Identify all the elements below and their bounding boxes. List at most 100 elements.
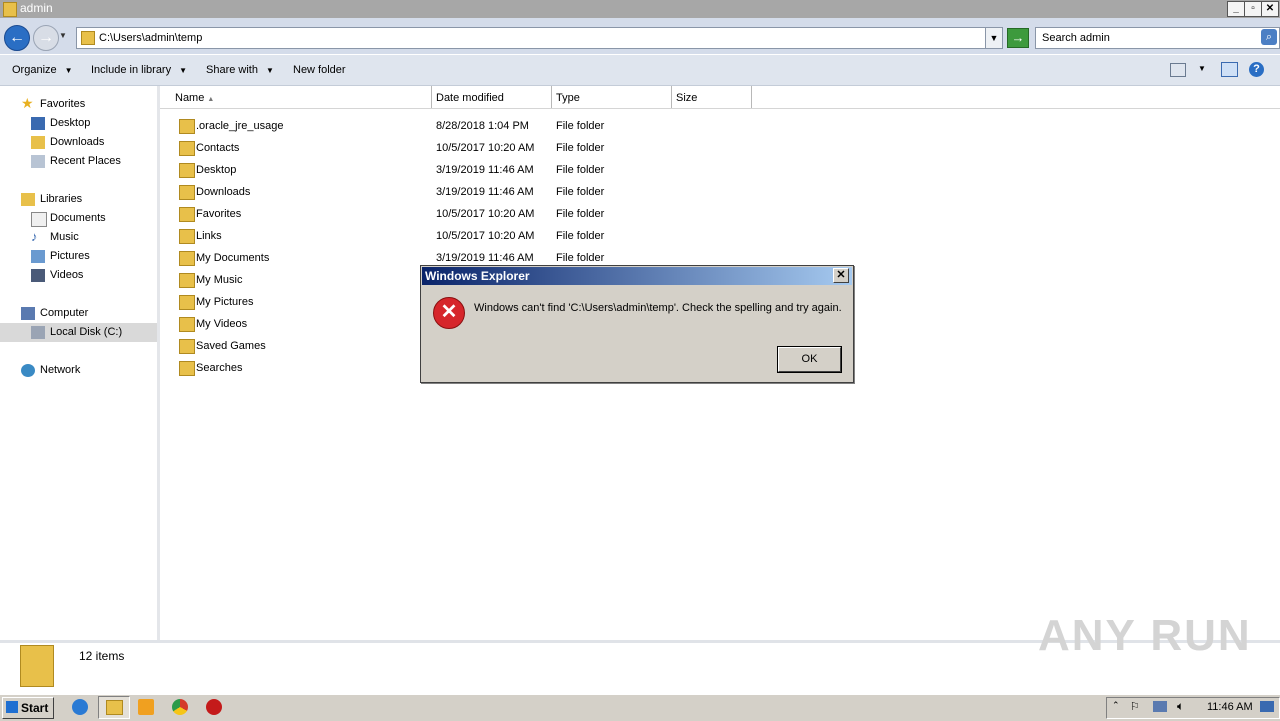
column-header-type[interactable]: Type (556, 92, 580, 104)
chrome-icon[interactable] (172, 699, 188, 715)
sidebar-label: Videos (50, 269, 84, 281)
column-divider[interactable] (671, 86, 672, 108)
column-divider[interactable] (551, 86, 552, 108)
ok-button[interactable]: OK (777, 346, 842, 373)
recent-pages-dropdown[interactable]: ▼ (59, 31, 69, 43)
folder-icon (179, 317, 195, 332)
file-row[interactable]: Desktop 3/19/2019 11:46 AM File folder (160, 159, 800, 181)
address-text: C:\Users\admin\temp (99, 32, 203, 44)
windows-logo-icon (6, 701, 18, 713)
close-button[interactable]: ✕ (1261, 1, 1279, 17)
sort-ascending-icon: ▲ (207, 96, 215, 103)
drive-icon (31, 326, 45, 339)
sidebar-label: Recent Places (50, 155, 121, 167)
watermark: ANY RUN (1038, 611, 1252, 660)
file-type: File folder (556, 142, 605, 154)
media-player-icon[interactable] (138, 699, 154, 715)
file-type: File folder (556, 164, 605, 176)
forward-button[interactable]: → (33, 25, 59, 51)
libraries-icon (21, 193, 35, 206)
antivirus-icon[interactable] (206, 699, 222, 715)
file-date: 10/5/2017 10:20 AM (436, 208, 535, 220)
file-name: My Music (196, 274, 243, 286)
sidebar-label: Downloads (50, 136, 105, 148)
dialog-title-bar[interactable]: Windows Explorer (422, 267, 852, 285)
folder-icon (179, 141, 195, 156)
column-header-date-modified[interactable]: Date modified (436, 92, 504, 104)
sidebar-label: Desktop (50, 117, 91, 129)
show-desktop-icon[interactable] (1260, 701, 1274, 712)
file-name: .oracle_jre_usage (196, 120, 284, 132)
back-button[interactable]: ← (4, 25, 30, 51)
view-dropdown-icon[interactable]: ▼ (1198, 64, 1206, 73)
column-divider[interactable] (431, 86, 432, 108)
file-row[interactable]: Links 10/5/2017 10:20 AM File folder (160, 225, 800, 247)
folder-icon (179, 251, 195, 266)
folder-icon (179, 339, 195, 354)
file-name: My Videos (196, 318, 248, 330)
flag-icon[interactable]: ⚐ (1130, 700, 1140, 713)
help-icon[interactable]: ? (1249, 62, 1264, 77)
column-divider[interactable] (751, 86, 752, 108)
file-row[interactable]: Favorites 10/5/2017 10:20 AM File folder (160, 203, 800, 225)
share-with-button[interactable]: Share with ▼ (206, 64, 274, 76)
preview-pane-icon[interactable] (1221, 62, 1238, 77)
file-name: My Documents (196, 252, 270, 264)
file-name: Favorites (196, 208, 242, 220)
go-button[interactable]: → (1007, 28, 1029, 48)
include-in-library-button[interactable]: Include in library ▼ (91, 64, 187, 76)
file-name: My Pictures (196, 296, 254, 308)
folder-icon (179, 229, 195, 244)
search-placeholder: Search admin (1042, 32, 1110, 44)
volume-icon[interactable]: 🔈︎ (1177, 699, 1184, 714)
videos-icon (31, 269, 45, 282)
network-icon (21, 364, 35, 377)
explorer-taskbar-button[interactable] (98, 696, 130, 719)
show-hidden-icons-icon[interactable]: ⌃ (1112, 700, 1120, 711)
folder-icon (106, 700, 123, 715)
address-bar[interactable]: C:\Users\admin\temp ▼ (76, 27, 1003, 49)
file-type: File folder (556, 252, 605, 264)
folder-icon (179, 295, 195, 310)
internet-explorer-icon[interactable] (72, 699, 88, 715)
search-icon[interactable]: ⌕ (1261, 29, 1277, 45)
window-title: admin (20, 1, 53, 15)
column-header-size[interactable]: Size (676, 92, 697, 104)
start-button[interactable]: Start (2, 697, 54, 719)
computer-icon (21, 307, 35, 320)
maximize-button[interactable]: ▫ (1244, 1, 1262, 17)
file-row[interactable]: Contacts 10/5/2017 10:20 AM File folder (160, 137, 800, 159)
address-dropdown-button[interactable]: ▼ (985, 28, 1002, 48)
sidebar-label: Favorites (40, 98, 86, 110)
command-bar (0, 55, 1280, 86)
file-name: Searches (196, 362, 243, 374)
error-icon: ✕ (433, 297, 465, 329)
chevron-down-icon: ▼ (265, 66, 274, 75)
file-type: File folder (556, 120, 605, 132)
sidebar-label: Computer (40, 307, 89, 319)
file-name: Downloads (196, 186, 251, 198)
folder-icon (179, 273, 195, 288)
network-status-icon[interactable] (1153, 701, 1167, 712)
folder-icon (81, 31, 95, 45)
organize-button[interactable]: Organize ▼ (12, 64, 73, 76)
view-options-icon[interactable] (1170, 63, 1186, 77)
file-name: Desktop (196, 164, 237, 176)
file-row[interactable]: Downloads 3/19/2019 11:46 AM File folder (160, 181, 800, 203)
file-row[interactable]: .oracle_jre_usage 8/28/2018 1:04 PM File f… (160, 115, 800, 137)
column-header-name[interactable]: Name ▲ (175, 92, 214, 104)
minimize-button[interactable]: _ (1227, 1, 1245, 17)
search-box[interactable]: Search admin ⌕ (1035, 27, 1280, 49)
file-date: 10/5/2017 10:20 AM (436, 142, 535, 154)
file-type: File folder (556, 208, 605, 220)
new-folder-button[interactable]: New folder (293, 64, 346, 76)
sidebar-label: Documents (50, 212, 106, 224)
file-name: Contacts (196, 142, 240, 154)
column-header-row (160, 86, 1280, 109)
dialog-close-button[interactable]: ✕ (833, 268, 849, 283)
title-bar: admin (0, 0, 1280, 18)
include-in-library-label: Include in library (91, 64, 172, 76)
clock[interactable]: 11:46 AM (1207, 701, 1253, 713)
file-date: 3/19/2019 11:46 AM (436, 186, 534, 198)
file-name: Saved Games (196, 340, 266, 352)
